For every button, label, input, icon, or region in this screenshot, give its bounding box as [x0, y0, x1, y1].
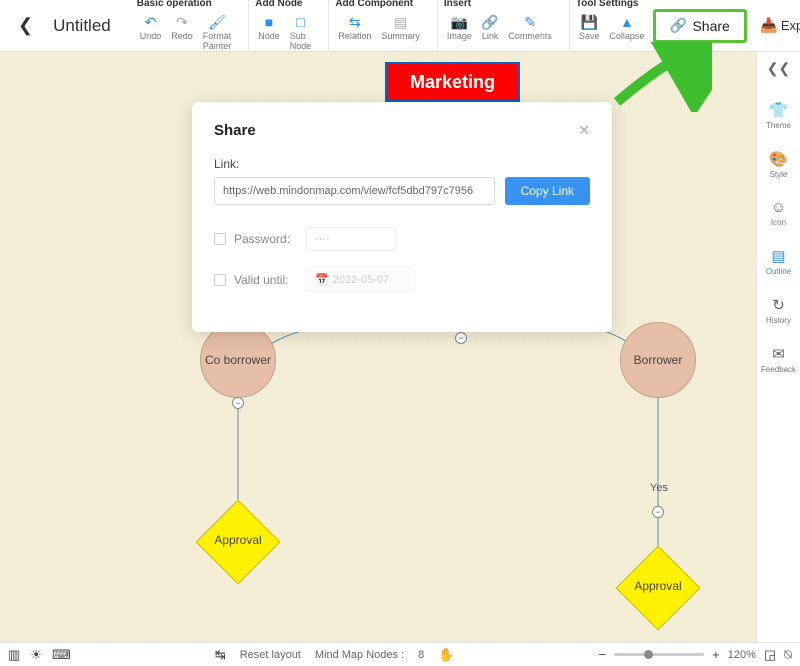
panel-outline[interactable]: ▤Outline — [766, 243, 791, 280]
zoom-slider[interactable] — [614, 653, 704, 656]
panel-collapse-button[interactable]: ❮❮ — [767, 60, 790, 77]
undo-button[interactable]: ↶Undo — [137, 12, 165, 43]
theme-icon: 👕 — [769, 101, 788, 119]
feedback-icon: ✉ — [772, 345, 785, 363]
link-label: Link: — [214, 157, 590, 171]
emoji-icon: ☺ — [771, 199, 786, 216]
comments-button[interactable]: ✎Comments — [505, 12, 555, 43]
panel-theme[interactable]: 👕Theme — [766, 97, 791, 134]
password-checkbox[interactable] — [214, 233, 226, 245]
format-painter-button[interactable]: 🖌Format Painter — [200, 12, 235, 53]
node-marketing[interactable]: Marketing — [385, 62, 520, 102]
reset-layout-label[interactable]: Reset layout — [240, 649, 301, 661]
save-button[interactable]: 💾Save — [576, 12, 603, 43]
status-bright-icon[interactable]: ☀ — [30, 647, 42, 663]
panel-icon[interactable]: ☺Icon — [771, 195, 786, 231]
nodes-count-value: 8 — [418, 649, 424, 661]
brush-icon: 🖌 — [209, 14, 225, 30]
outline-icon: ▤ — [771, 247, 785, 265]
summary-icon: ▤ — [393, 14, 409, 30]
relation-button[interactable]: ⇆Relation — [335, 12, 374, 43]
collapse-button[interactable]: ▲Collapse — [606, 12, 647, 43]
valid-until-label: Valid until: — [234, 273, 298, 287]
redo-button[interactable]: ↷Redo — [168, 12, 196, 43]
group-add-node-label: Add Node — [255, 0, 314, 12]
collapse-toggle-2[interactable]: − — [232, 397, 244, 409]
node-approval-2[interactable]: Approval — [616, 546, 700, 630]
zoom-value: 120% — [728, 649, 756, 661]
export-icon: 📥 — [761, 18, 777, 34]
nodes-count-label: Mind Map Nodes : — [315, 649, 404, 661]
share-button[interactable]: 🔗 Share — [653, 9, 746, 43]
header-actions: 🔗 Share 📥 Export — [653, 9, 800, 43]
export-label: Export — [781, 18, 800, 33]
valid-until-input[interactable]: 📅 2022-05-07 — [306, 267, 416, 292]
save-icon: 💾 — [581, 14, 597, 30]
panel-history[interactable]: ↻History — [766, 292, 791, 329]
canvas[interactable]: Marketing Fillout forms Co borrower Borr… — [0, 52, 756, 642]
group-add-node: Add Node ■Node □Sub Node — [248, 0, 320, 53]
back-button[interactable]: ❮ — [10, 11, 41, 40]
copy-link-button[interactable]: Copy Link — [505, 177, 590, 205]
link-button[interactable]: 🔗Link — [479, 12, 502, 43]
modal-close-button[interactable]: ✕ — [578, 122, 590, 139]
node-approval-1[interactable]: Approval — [196, 500, 280, 584]
collapse-icon: ▲ — [619, 14, 635, 30]
header: ❮ Untitled Basic operation ↶Undo ↷Redo 🖌… — [0, 0, 800, 52]
edge-label-yes: Yes — [650, 482, 668, 494]
relation-icon: ⇆ — [347, 14, 363, 30]
collapse-toggle-3[interactable]: − — [652, 506, 664, 518]
group-add-component-label: Add Component — [335, 0, 423, 12]
comments-icon: ✎ — [522, 14, 538, 30]
undo-icon: ↶ — [142, 14, 158, 30]
password-input[interactable] — [306, 227, 396, 251]
history-icon: ↻ — [772, 296, 785, 314]
group-tool-settings: Tool Settings 💾Save ▲Collapse — [569, 0, 654, 53]
status-keyboard-icon[interactable]: ⌨ — [52, 647, 71, 663]
node-co-borrower[interactable]: Co borrower — [200, 322, 276, 398]
share-modal: Share ✕ Link: Copy Link Password: Valid … — [192, 102, 612, 332]
image-button[interactable]: 📷Image — [444, 12, 475, 43]
sub-node-icon: □ — [293, 14, 309, 30]
zoom-in-button[interactable]: + — [712, 647, 720, 662]
redo-icon: ↷ — [174, 14, 190, 30]
style-icon: 🎨 — [769, 150, 788, 168]
node-button[interactable]: ■Node — [255, 12, 283, 43]
share-label: Share — [692, 18, 729, 34]
summary-button[interactable]: ▤Summary — [378, 12, 423, 43]
group-add-component: Add Component ⇆Relation ▤Summary — [328, 0, 429, 53]
image-icon: 📷 — [451, 14, 467, 30]
panel-feedback[interactable]: ✉Feedback — [761, 341, 796, 378]
sub-node-button[interactable]: □Sub Node — [287, 12, 315, 53]
collapse-toggle-1[interactable]: − — [455, 332, 467, 344]
document-title[interactable]: Untitled — [53, 16, 111, 36]
modal-title: Share — [214, 122, 256, 139]
right-panel: ❮❮ 👕Theme 🎨Style ☺Icon ▤Outline ↻History… — [756, 52, 800, 642]
status-bar: ▥ ☀ ⌨ ↹ Reset layout Mind Map Nodes : 8 … — [0, 642, 800, 666]
status-screen-icon[interactable]: ▥ — [8, 647, 20, 663]
node-icon: ■ — [261, 14, 277, 30]
reset-layout-icon[interactable]: ↹ — [215, 647, 226, 663]
panel-style[interactable]: 🎨Style — [769, 146, 788, 183]
group-insert-label: Insert — [444, 0, 555, 12]
password-label: Password: — [234, 232, 298, 246]
group-tool-settings-label: Tool Settings — [576, 0, 648, 12]
toolbar: Basic operation ↶Undo ↷Redo 🖌Format Pain… — [131, 0, 654, 53]
valid-until-checkbox[interactable] — [214, 274, 226, 286]
fit-screen-icon[interactable]: ◲ — [764, 647, 776, 663]
group-insert: Insert 📷Image 🔗Link ✎Comments — [437, 0, 561, 53]
hand-tool-icon[interactable]: ✋ — [438, 647, 454, 663]
node-borrower[interactable]: Borrower — [620, 322, 696, 398]
link-icon: 🔗 — [482, 14, 498, 30]
share-link-input[interactable] — [214, 177, 495, 205]
group-basic: Basic operation ↶Undo ↷Redo 🖌Format Pain… — [131, 0, 241, 53]
zoom-out-button[interactable]: − — [599, 647, 607, 662]
group-basic-label: Basic operation — [137, 0, 235, 12]
calendar-icon: 📅 — [315, 273, 329, 286]
export-button[interactable]: 📥 Export — [753, 14, 800, 38]
share-icon: 🔗 — [670, 18, 686, 34]
fullscreen-icon[interactable]: ⍉ — [784, 647, 792, 663]
